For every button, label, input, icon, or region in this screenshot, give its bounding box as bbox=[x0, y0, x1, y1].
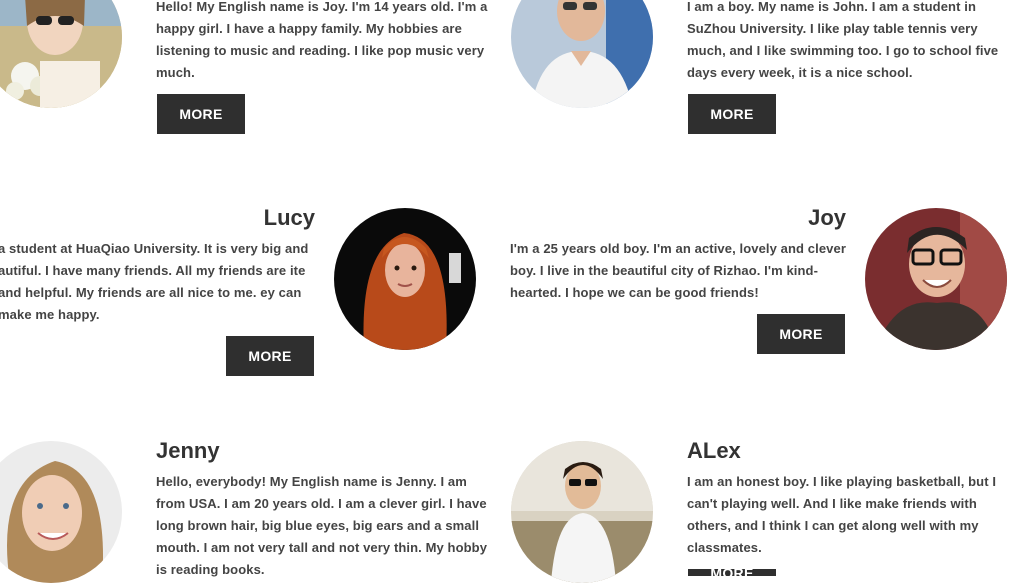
profile-name: Joy bbox=[808, 205, 846, 230]
more-button[interactable]: MORE bbox=[688, 569, 776, 576]
profile-description: I'm a 25 years old boy. I'm an active, l… bbox=[510, 241, 846, 300]
profile-name: Lucy bbox=[263, 205, 315, 230]
profile-photo bbox=[0, 441, 122, 583]
profile-description: Hello! My English name is Joy. I'm 14 ye… bbox=[156, 0, 488, 80]
profile-description: I am an honest boy. I like playing baske… bbox=[687, 474, 997, 555]
profile-photo bbox=[865, 208, 1007, 350]
profile-name: Jenny bbox=[156, 438, 220, 463]
more-button[interactable]: MORE bbox=[226, 336, 314, 376]
profile-photo bbox=[511, 441, 653, 583]
profile-photo bbox=[511, 0, 653, 108]
more-button[interactable]: MORE bbox=[157, 94, 245, 134]
more-button[interactable]: MORE bbox=[688, 94, 776, 134]
profile-description: a student at HuaQiao University. It is v… bbox=[0, 241, 309, 322]
profile-description: Hello, everybody! My English name is Jen… bbox=[156, 474, 488, 577]
profile-photo bbox=[0, 0, 122, 108]
more-button[interactable]: MORE bbox=[757, 314, 845, 354]
profile-description: I am a boy. My name is John. I am a stud… bbox=[687, 0, 999, 80]
profile-name: ALex bbox=[687, 438, 741, 463]
profile-photo bbox=[334, 208, 476, 350]
